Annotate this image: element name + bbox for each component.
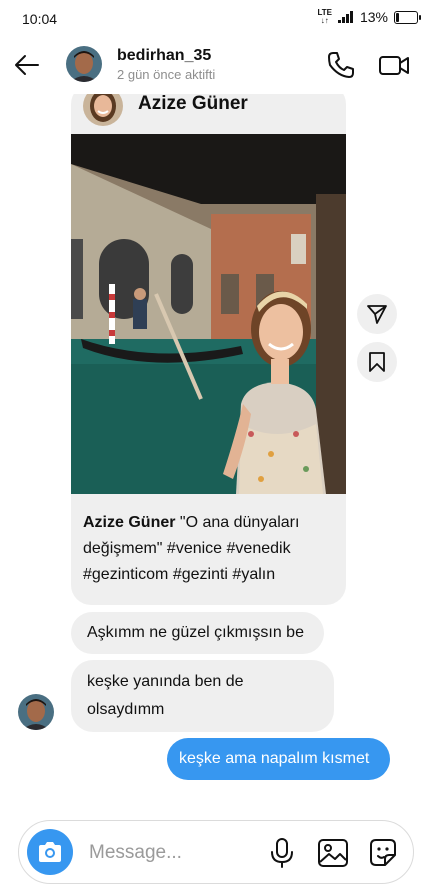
caption-author[interactable]: Azize Güner: [83, 514, 175, 531]
my-message-bubble[interactable]: keşke ama napalım kısmet: [167, 738, 390, 780]
sticker-icon[interactable]: [367, 837, 399, 869]
contact-activity: 2 gün önce aktifti: [117, 67, 216, 82]
phone-icon[interactable]: [326, 50, 356, 80]
bookmark-icon: [369, 352, 385, 372]
post-photo[interactable]: [71, 134, 346, 494]
share-button[interactable]: [357, 294, 397, 334]
arrow-left-icon[interactable]: [12, 50, 42, 80]
message-text: Aşkımm ne güzel çıkmışsın be: [87, 624, 304, 641]
post-caption: Azize Güner "O ana dünyaları değişmem" #…: [83, 510, 335, 588]
signal-icon: [337, 11, 353, 23]
message-composer: [18, 820, 414, 884]
contact-avatar[interactable]: [66, 46, 102, 82]
shared-post-card[interactable]: Azize Güner Azize Güner "O ana dünyaları…: [71, 84, 346, 605]
video-camera-icon[interactable]: [378, 50, 410, 80]
message-input[interactable]: [87, 839, 261, 867]
message-text: keşke yanında ben de olsaydımm: [87, 673, 244, 718]
battery-icon: [394, 10, 421, 24]
post-author-name[interactable]: Azize Güner: [138, 93, 248, 115]
camera-button[interactable]: [27, 829, 73, 875]
status-bar: 10:04 LTE ↓↑ 13%: [0, 0, 432, 36]
message-text: keşke ama napalım kısmet: [179, 750, 370, 767]
save-button[interactable]: [357, 342, 397, 382]
status-icons: LTE ↓↑ 13%: [317, 8, 421, 25]
sender-avatar[interactable]: [18, 694, 54, 730]
contact-username[interactable]: bedirhan_35: [117, 47, 211, 65]
camera-icon: [39, 842, 61, 862]
message-bubble[interactable]: Aşkımm ne güzel çıkmışsın be: [71, 612, 324, 654]
network-type: LTE ↓↑: [317, 8, 332, 25]
battery-percent: 13%: [359, 9, 388, 25]
image-icon[interactable]: [317, 837, 349, 869]
message-bubble[interactable]: keşke yanında ben de olsaydımm: [71, 660, 334, 732]
microphone-icon[interactable]: [267, 837, 297, 869]
chat-header: bedirhan_35 2 gün önce aktifti: [0, 36, 432, 94]
status-time: 10:04: [22, 11, 58, 27]
send-icon: [367, 305, 387, 324]
